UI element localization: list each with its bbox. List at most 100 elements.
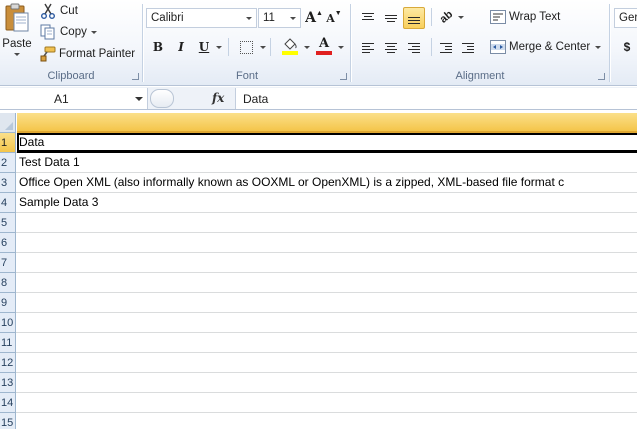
wrap-text-label: Wrap Text	[509, 11, 561, 23]
orientation-dropdown-icon[interactable]	[458, 16, 464, 19]
bottom-align-button[interactable]	[403, 7, 425, 29]
row-header[interactable]: 9	[0, 293, 16, 313]
paint-bucket-icon	[282, 37, 298, 55]
paste-label: Paste	[2, 38, 32, 50]
cell-a4[interactable]: Sample Data 3	[19, 193, 98, 213]
table-row: 4 Sample Data 3	[0, 193, 637, 213]
font-color-dropdown-icon[interactable]	[338, 46, 344, 49]
alignment-dialog-launcher-icon[interactable]	[598, 73, 605, 80]
row-header[interactable]: 3	[0, 173, 16, 193]
increase-indent-icon	[462, 42, 474, 53]
cell-a2[interactable]: Test Data 1	[19, 153, 80, 173]
merge-center-dropdown-icon[interactable]	[595, 45, 602, 49]
copy-button[interactable]: Copy	[40, 24, 97, 40]
scissors-icon	[40, 3, 56, 19]
formula-input[interactable]: Data	[235, 88, 637, 109]
borders-dropdown-icon[interactable]	[260, 46, 266, 49]
fill-color-button[interactable]	[280, 36, 300, 56]
font-name-dropdown-icon[interactable]	[246, 17, 252, 20]
row-header[interactable]: 12	[0, 353, 16, 373]
copy-dropdown-arrow-icon[interactable]	[90, 30, 97, 34]
font-size-dropdown-icon[interactable]	[290, 17, 296, 20]
table-row: 6	[0, 233, 637, 253]
row-header[interactable]: 14	[0, 393, 16, 413]
table-row: 10	[0, 313, 637, 333]
toolbar-divider	[228, 38, 229, 56]
table-row: 12	[0, 353, 637, 373]
grow-font-label: A	[305, 10, 316, 26]
row-header[interactable]: 11	[0, 333, 16, 353]
increase-indent-button[interactable]	[458, 37, 478, 57]
name-box[interactable]: A1	[0, 88, 148, 109]
format-painter-button[interactable]: Format Painter	[40, 46, 135, 62]
align-center-icon	[385, 42, 397, 53]
bold-button[interactable]: B	[148, 37, 168, 57]
shrink-font-arrow-icon: ▼	[334, 10, 342, 17]
formula-value: Data	[243, 92, 269, 106]
format-painter-icon	[40, 46, 56, 62]
font-group-label: Font	[235, 70, 258, 82]
name-box-value: A1	[54, 92, 69, 106]
align-center-button[interactable]	[381, 37, 401, 57]
row-header[interactable]: 6	[0, 233, 16, 253]
number-format-combo[interactable]: Ger	[614, 8, 637, 28]
row-header[interactable]: 8	[0, 273, 16, 293]
font-color-button[interactable]: A	[314, 36, 334, 56]
alignment-group-label: Alignment	[455, 70, 505, 82]
table-row: 15	[0, 413, 637, 429]
align-left-button[interactable]	[358, 37, 378, 57]
clipboard-dialog-launcher-icon[interactable]	[132, 73, 139, 80]
grow-font-button[interactable]: A ▲	[304, 8, 324, 28]
font-name-value: Calibri	[151, 12, 184, 24]
row-header[interactable]: 15	[0, 413, 16, 429]
underline-dropdown-icon[interactable]	[216, 46, 222, 49]
font-size-combo[interactable]: 11	[258, 8, 301, 28]
select-all-button[interactable]	[0, 113, 16, 133]
grow-font-arrow-icon: ▲	[315, 10, 323, 17]
toolbar-divider	[431, 8, 432, 26]
merge-center-button[interactable]: Merge & Center	[490, 40, 602, 54]
row-header[interactable]: 10	[0, 313, 16, 333]
font-dialog-launcher-icon[interactable]	[340, 73, 347, 80]
name-box-dropdown-icon[interactable]	[135, 97, 143, 101]
worksheet-grid: 1 Data 2 Test Data 1 3 Office Open XML (…	[0, 110, 637, 429]
column-a-header[interactable]	[17, 113, 637, 133]
font-size-value: 11	[263, 12, 275, 24]
italic-label: I	[178, 40, 184, 54]
currency-button[interactable]: $	[617, 37, 637, 57]
shrink-font-button[interactable]: A ▼	[324, 8, 344, 28]
row-header[interactable]: 2	[0, 153, 16, 173]
row-header[interactable]: 4	[0, 193, 16, 213]
alignment-group: ab Wrap Text Merge & Center Alignment	[352, 0, 608, 86]
insert-function-icon[interactable]: fx	[212, 91, 224, 105]
paste-icon	[4, 2, 30, 36]
active-cell-border	[17, 133, 637, 153]
orientation-button[interactable]: ab	[436, 7, 456, 27]
align-right-button[interactable]	[404, 37, 424, 57]
row-header[interactable]: 13	[0, 373, 16, 393]
top-align-button[interactable]	[358, 7, 378, 27]
row-header[interactable]: 5	[0, 213, 16, 233]
paste-button[interactable]: Paste	[0, 2, 34, 64]
middle-align-button[interactable]	[381, 7, 401, 27]
paste-dropdown-arrow-icon[interactable]	[14, 53, 20, 56]
copy-label: Copy	[60, 26, 87, 38]
decrease-indent-button[interactable]	[436, 37, 456, 57]
merge-center-icon	[490, 40, 506, 54]
font-name-combo[interactable]: Calibri	[146, 8, 257, 28]
borders-button[interactable]	[236, 37, 256, 57]
underline-button[interactable]: U	[194, 37, 214, 57]
cell-a3[interactable]: Office Open XML (also informally known a…	[19, 173, 564, 193]
cut-button[interactable]: Cut	[40, 3, 78, 19]
row-header[interactable]: 1	[0, 133, 16, 153]
cell-a1[interactable]: Data	[19, 133, 44, 153]
formula-bar: A1 fx Data	[0, 87, 637, 110]
merge-center-label: Merge & Center	[509, 41, 591, 53]
wrap-text-button[interactable]: Wrap Text	[490, 10, 560, 24]
table-row: 7	[0, 253, 637, 273]
fill-color-dropdown-icon[interactable]	[304, 46, 310, 49]
italic-button[interactable]: I	[171, 37, 191, 57]
group-divider	[142, 4, 143, 82]
formula-bar-grip[interactable]	[150, 89, 174, 108]
row-header[interactable]: 7	[0, 253, 16, 273]
